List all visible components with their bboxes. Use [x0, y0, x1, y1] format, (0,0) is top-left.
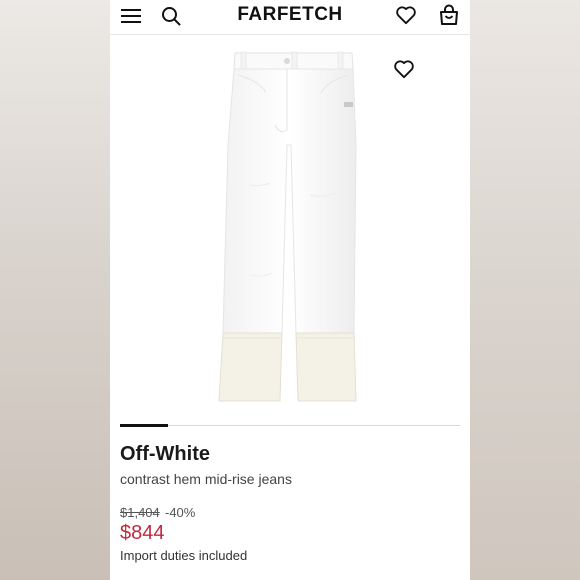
discount-label: -40%	[165, 505, 196, 520]
import-duties-note: Import duties included	[120, 548, 248, 563]
image-carousel-track	[120, 425, 460, 426]
wishlist-heart-icon[interactable]	[395, 5, 417, 25]
search-icon[interactable]	[160, 5, 182, 27]
shopping-bag-icon[interactable]	[438, 4, 460, 26]
app-screen: FARFETCH Off-White contrast hem mid-rise…	[110, 0, 470, 580]
designer-name[interactable]: Off-White	[120, 443, 210, 466]
original-price: $1,404	[120, 505, 160, 520]
sale-price: $844	[120, 522, 165, 544]
brand-logo[interactable]: FARFETCH	[200, 4, 380, 26]
top-navigation-bar: FARFETCH	[110, 0, 470, 35]
background-blur-left	[0, 0, 110, 580]
menu-icon[interactable]	[120, 6, 142, 26]
product-image[interactable]	[110, 35, 470, 415]
background-blur-right	[470, 0, 580, 580]
favorite-heart-icon[interactable]	[393, 59, 415, 79]
product-name: contrast hem mid-rise jeans	[120, 471, 292, 487]
image-carousel-indicator-active[interactable]	[120, 424, 168, 427]
